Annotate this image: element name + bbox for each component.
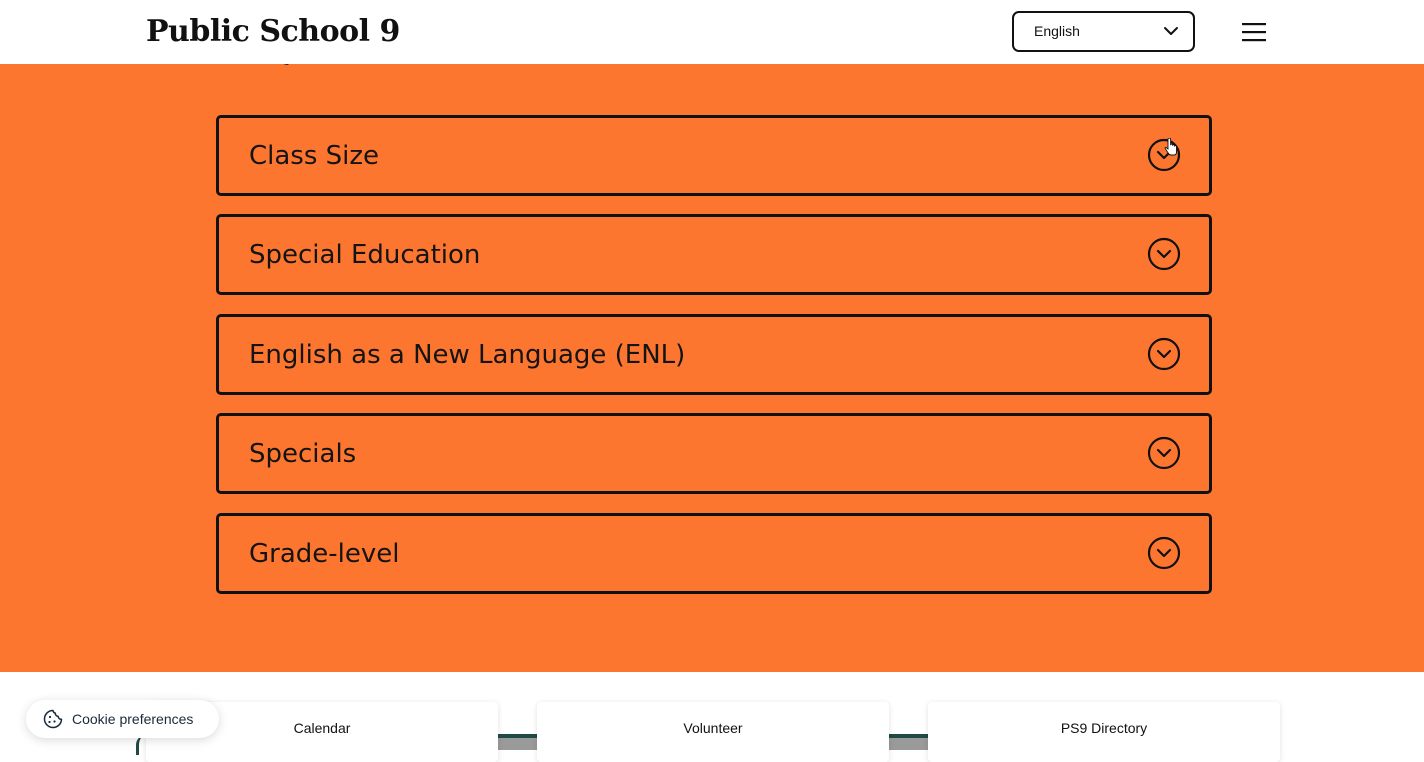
faq-section: FAQ Class Size Special Education English… bbox=[0, 58, 1424, 672]
chevron-down-icon bbox=[1164, 27, 1178, 35]
faq-item-class-size[interactable]: Class Size bbox=[216, 115, 1212, 196]
faq-question: Specials bbox=[249, 439, 357, 469]
circle-chevron-down-icon[interactable] bbox=[1147, 237, 1181, 271]
pointer-cursor-icon bbox=[1164, 138, 1177, 156]
faq-question: Special Education bbox=[249, 240, 481, 270]
language-select[interactable]: English bbox=[1012, 11, 1195, 52]
site-logo[interactable]: Public School 9 bbox=[146, 12, 400, 52]
cookie-preferences-button[interactable]: Cookie preferences bbox=[26, 700, 219, 738]
card-volunteer[interactable]: Volunteer bbox=[537, 702, 889, 762]
circle-chevron-down-icon[interactable] bbox=[1147, 536, 1181, 570]
faq-question: Grade-level bbox=[249, 539, 400, 569]
circle-chevron-down-icon[interactable] bbox=[1147, 436, 1181, 470]
circle-chevron-down-icon[interactable] bbox=[1147, 337, 1181, 371]
cookie-icon bbox=[43, 709, 63, 729]
card-title: Volunteer bbox=[683, 720, 743, 736]
hamburger-menu-icon[interactable] bbox=[1240, 20, 1268, 44]
faq-question: English as a New Language (ENL) bbox=[249, 340, 686, 370]
card-title: PS9 Directory bbox=[1060, 720, 1148, 736]
faq-item-enl[interactable]: English as a New Language (ENL) bbox=[216, 314, 1212, 395]
image-strip bbox=[889, 734, 929, 750]
faq-question: Class Size bbox=[249, 141, 380, 171]
faq-item-special-education[interactable]: Special Education bbox=[216, 214, 1212, 295]
image-strip bbox=[498, 734, 538, 750]
site-header: Public School 9 English bbox=[0, 0, 1424, 64]
faq-item-grade-level[interactable]: Grade-level bbox=[216, 513, 1212, 594]
cookie-preferences-label: Cookie preferences bbox=[72, 711, 194, 727]
card-ps9-directory[interactable]: PS9 Directory bbox=[928, 702, 1280, 762]
language-select-value: English bbox=[1034, 23, 1080, 39]
faq-item-specials[interactable]: Specials bbox=[216, 413, 1212, 494]
calendar-icon-fragment bbox=[136, 735, 151, 755]
